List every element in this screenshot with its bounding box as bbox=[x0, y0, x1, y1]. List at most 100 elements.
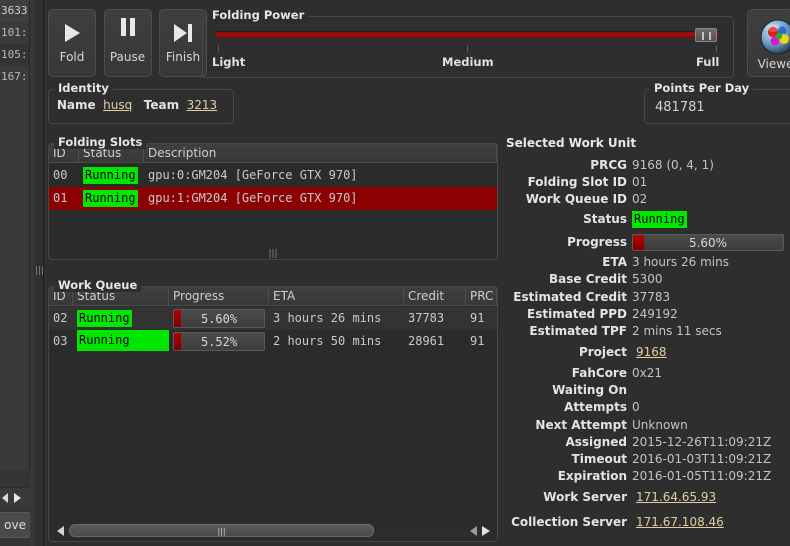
field-label: Status bbox=[583, 212, 627, 227]
folding-power-group: Folding Power Light Medium Full bbox=[202, 8, 734, 78]
field-label: Estimated PPD bbox=[527, 306, 627, 321]
scroll-left-icon[interactable] bbox=[57, 526, 64, 536]
pause-button[interactable]: Pause bbox=[103, 9, 152, 77]
table-row[interactable]: 01 Running gpu:1:GM204 [GeForce GTX 970] bbox=[49, 187, 497, 210]
fahcontrol-window: Fold Pause Finish Folding Power Light Me… bbox=[43, 0, 790, 546]
queue-eta: 2 hours 50 mins bbox=[273, 334, 382, 348]
pause-button-label: Pause bbox=[109, 50, 146, 64]
field-value: 2016-01-03T11:09:21Z bbox=[632, 452, 772, 467]
field-status: Status Running bbox=[506, 208, 790, 231]
slot-id: 01 bbox=[53, 191, 68, 205]
field-project: Project 9168 bbox=[506, 340, 790, 365]
field-estimated-credit: Estimated Credit 37783 bbox=[506, 288, 790, 305]
folding-power-track[interactable] bbox=[216, 32, 718, 38]
column-header-progress[interactable]: Progress bbox=[169, 286, 269, 306]
folding-slots-group: Folding Slots ID Status Description 00 R… bbox=[48, 135, 498, 260]
slot-description: gpu:1:GM204 [GeForce GTX 970] bbox=[148, 191, 358, 205]
project-link[interactable]: 9168 bbox=[636, 345, 667, 359]
field-label: Work Queue ID bbox=[525, 191, 627, 206]
points-per-day-value: 481781 bbox=[655, 100, 705, 115]
collection-server-link[interactable]: 171.67.108.46 bbox=[636, 515, 724, 529]
selected-work-unit-fields: PRCG 9168 (0, 4, 1) Folding Slot ID 01 W… bbox=[506, 156, 790, 535]
field-value: 0x21 bbox=[632, 366, 663, 381]
background-list-item: 105: bbox=[0, 44, 29, 66]
queue-prcg: 91 bbox=[470, 311, 485, 325]
column-header-credit[interactable]: Credit bbox=[404, 286, 466, 306]
field-base-credit: Base Credit 5300 bbox=[506, 271, 790, 288]
queue-id: 03 bbox=[53, 334, 68, 348]
progress-bar-text: 5.60% bbox=[200, 312, 238, 326]
work-server-link[interactable]: 171.64.65.93 bbox=[636, 490, 716, 504]
scroll-right-icon[interactable] bbox=[482, 526, 490, 536]
queue-id: 02 bbox=[53, 311, 68, 325]
field-eta: ETA 3 hours 26 mins bbox=[506, 254, 790, 271]
scrollbar-thumb[interactable]: ||| bbox=[69, 524, 374, 537]
field-assigned: Assigned 2015-12-26T11:09:21Z bbox=[506, 433, 790, 450]
field-label: Next Attempt bbox=[535, 417, 627, 432]
viewer-button[interactable]: Viewer bbox=[747, 9, 790, 77]
folding-power-handle[interactable] bbox=[695, 28, 717, 42]
background-list-item: 101: bbox=[1, 26, 28, 39]
table-row[interactable]: 03 Running 5.52% 2 hours 50 mins 28961 9… bbox=[49, 330, 497, 353]
fold-button[interactable]: Fold bbox=[48, 9, 96, 77]
scroll-left-icon-secondary[interactable] bbox=[470, 526, 477, 536]
field-label: Timeout bbox=[571, 452, 627, 467]
triangle-right-icon[interactable] bbox=[14, 493, 21, 503]
identity-name-value[interactable]: husq bbox=[103, 98, 132, 112]
fold-button-label: Fold bbox=[59, 50, 85, 64]
identity-group: Identity Name husq Team 3213 bbox=[48, 81, 234, 124]
selected-work-unit-panel: Selected Work Unit PRCG 9168 (0, 4, 1) F… bbox=[506, 136, 790, 536]
field-value: 02 bbox=[632, 191, 648, 206]
field-value: 5300 bbox=[632, 272, 663, 287]
queue-credit: 28961 bbox=[408, 334, 445, 348]
finish-button[interactable]: Finish bbox=[159, 9, 207, 77]
column-header-description[interactable]: Description bbox=[144, 143, 497, 163]
field-value: 249192 bbox=[632, 306, 678, 321]
queue-progress: 5.52% bbox=[169, 330, 269, 353]
queue-status: Running bbox=[73, 307, 169, 330]
skip-to-end-icon bbox=[160, 10, 206, 50]
identity-title: Identity bbox=[54, 81, 113, 95]
transport-controls: Fold Pause Finish bbox=[48, 9, 211, 77]
points-per-day-group: Points Per Day 481781 bbox=[644, 81, 790, 124]
work-queue-group: Work Queue ID Status Progress ETA Credit… bbox=[48, 278, 498, 542]
field-label: Assigned bbox=[565, 434, 627, 449]
table-row[interactable]: 02 Running 5.60% 3 hours 26 mins 37783 9… bbox=[49, 307, 497, 330]
queue-prcg: 91 bbox=[470, 334, 485, 348]
field-value: 2016-01-05T11:09:21Z bbox=[632, 469, 772, 484]
folding-slots-splitter-grip[interactable]: ||| bbox=[48, 250, 498, 259]
column-header-prcg[interactable]: PRC bbox=[466, 286, 497, 306]
status-badge: Running bbox=[83, 190, 138, 207]
triangle-left-icon[interactable] bbox=[2, 493, 8, 503]
progress-bar: 5.60% bbox=[173, 309, 265, 328]
work-queue-title: Work Queue bbox=[54, 278, 142, 292]
field-label: Progress bbox=[567, 235, 627, 250]
field-prcg: PRCG 9168 (0, 4, 1) bbox=[506, 156, 790, 173]
column-header-eta[interactable]: ETA bbox=[269, 286, 404, 306]
field-value: 3 hours 26 mins bbox=[632, 255, 729, 270]
status-badge: Running bbox=[83, 167, 138, 184]
finish-button-label: Finish bbox=[165, 50, 201, 64]
field-label: Waiting On bbox=[552, 383, 627, 398]
field-value: 2 mins 11 secs bbox=[632, 323, 722, 338]
folding-power-tick-full: Full bbox=[696, 55, 720, 69]
table-row[interactable]: 00 Running gpu:0:GM204 [GeForce GTX 970] bbox=[49, 164, 497, 187]
field-label: FahCore bbox=[571, 366, 627, 381]
identity-team-value[interactable]: 3213 bbox=[187, 98, 218, 112]
field-folding-slot-id: Folding Slot ID 01 bbox=[506, 173, 790, 190]
field-work-queue-id: Work Queue ID 02 bbox=[506, 190, 790, 207]
identity-name-label: Name bbox=[56, 98, 96, 112]
field-value: 2015-12-26T11:09:21Z bbox=[632, 434, 772, 449]
splitter-grip-icon: ||| bbox=[35, 266, 45, 276]
work-queue-horizontal-scrollbar[interactable]: ||| bbox=[53, 522, 493, 539]
background-list-item: 3633 bbox=[0, 0, 29, 22]
folding-power-tick-medium: Medium bbox=[442, 55, 494, 69]
window-splitter[interactable]: ||| bbox=[34, 0, 45, 546]
points-per-day-title: Points Per Day bbox=[650, 81, 754, 95]
selected-work-unit-title: Selected Work Unit bbox=[506, 136, 637, 150]
background-remove-button[interactable]: ove bbox=[0, 512, 32, 538]
progress-bar-text: 5.52% bbox=[200, 335, 238, 349]
identity-team-label: Team bbox=[143, 98, 180, 112]
background-scroll-arrows[interactable] bbox=[0, 487, 30, 507]
slot-status: Running bbox=[79, 187, 144, 210]
